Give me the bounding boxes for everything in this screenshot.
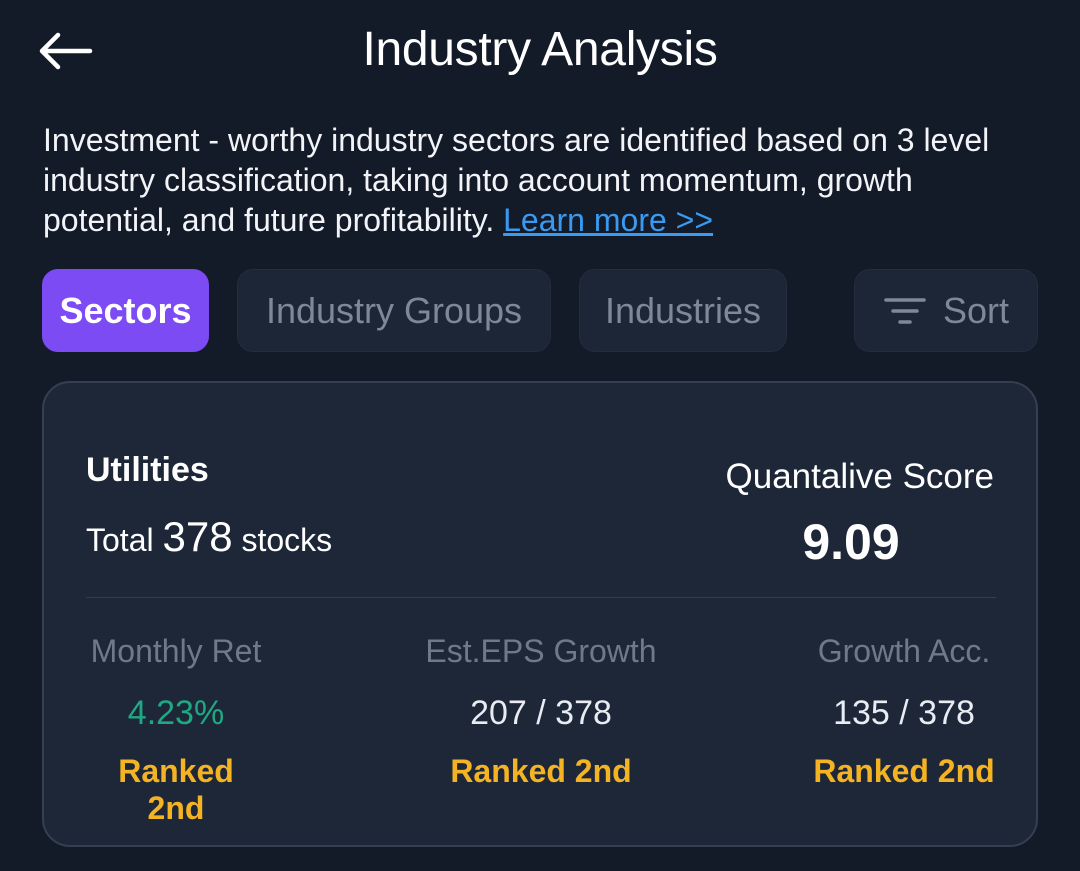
learn-more-link[interactable]: Learn more >> [503,202,713,238]
sector-name: Utilities [86,451,209,489]
total-stocks: Total 378 stocks [86,513,332,561]
tab-sectors[interactable]: Sectors [42,269,209,352]
score-value: 9.09 [802,514,900,570]
sort-button[interactable]: Sort [854,269,1038,352]
metric-rank: Ranked 2nd [450,753,632,789]
total-count: 378 [162,513,233,560]
metric-rank: Ranked 2nd [813,753,995,789]
metric-label: Monthly Ret [90,633,262,669]
page-title: Industry Analysis [362,23,718,76]
metric-value: 4.23% [127,694,225,732]
metric-value: 207 / 378 [470,694,612,732]
metric-label: Est.EPS Growth [425,633,657,669]
metric-est-eps-growth: Est.EPS Growth 207 / 378 Ranked 2nd [416,633,666,790]
score-label: Quantalive Score [725,457,994,496]
description-text: Investment - worthy industry sectors are… [43,120,1043,240]
tab-industry-groups[interactable]: Industry Groups [237,269,551,352]
metric-growth-acc: Growth Acc. 135 / 378 Ranked 2nd [804,633,1004,790]
metric-label: Growth Acc. [817,633,991,669]
metric-rank: Ranked 2nd [118,753,234,826]
filter-icon [884,297,926,324]
sector-card[interactable]: Utilities Total 378 stocks Quantalive Sc… [42,381,1038,847]
header-bar: Industry Analysis [0,0,1080,100]
sort-label: Sort [942,289,1010,331]
metric-value: 135 / 378 [833,694,975,732]
total-suffix: stocks [241,522,333,558]
card-divider [86,597,996,598]
tab-industries[interactable]: Industries [579,269,787,352]
total-prefix: Total [86,522,154,558]
metric-monthly-ret: Monthly Ret 4.23% Ranked 2nd [86,633,266,827]
